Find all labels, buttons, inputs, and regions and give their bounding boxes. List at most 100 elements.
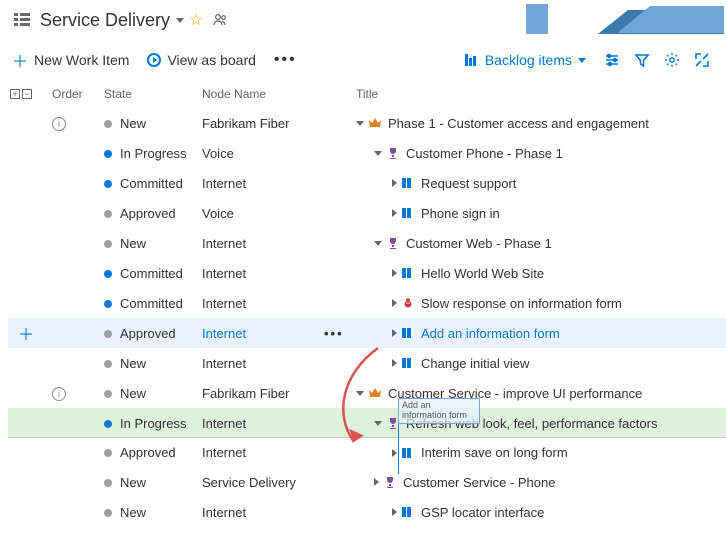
pbi-icon	[401, 505, 415, 519]
table-row[interactable]: In ProgressInternetRefresh web look, fee…	[8, 408, 726, 438]
table-row[interactable]: ApprovedInternetInterim save on long for…	[8, 437, 726, 467]
caret-right-icon[interactable]	[392, 179, 397, 187]
caret-down-icon[interactable]	[374, 151, 382, 156]
table-row[interactable]: CommittedInternetHello World Web Site	[8, 258, 726, 288]
col-title[interactable]: Title	[356, 87, 726, 101]
page-title[interactable]: Service Delivery	[40, 10, 170, 31]
pbi-icon	[401, 446, 415, 460]
page-header: Service Delivery ☆	[0, 0, 726, 40]
crown-icon	[368, 386, 382, 400]
node-text: Fabrikam Fiber	[202, 386, 289, 401]
view-options-icon[interactable]	[600, 48, 624, 72]
title-text[interactable]: Interim save on long form	[421, 445, 568, 460]
expand-all-icon[interactable]: +	[10, 89, 20, 99]
state-dot-icon	[104, 420, 112, 428]
caret-right-icon[interactable]	[392, 299, 397, 307]
bug-icon	[401, 296, 415, 310]
caret-right-icon[interactable]	[392, 508, 397, 516]
toolbar-more-icon[interactable]: •••	[274, 51, 297, 69]
caret-right-icon[interactable]	[392, 269, 397, 277]
table-row[interactable]: ApprovedVoicePhone sign in	[8, 198, 726, 228]
table-row[interactable]: ＋ Approved Internet ••• Add an information f…	[8, 318, 726, 348]
collapse-all-icon[interactable]: −	[22, 89, 32, 99]
col-order[interactable]: Order	[52, 87, 104, 101]
favorite-star-icon[interactable]: ☆	[188, 12, 204, 28]
header-widget-2	[598, 4, 724, 34]
filter-icon[interactable]	[630, 48, 654, 72]
table-row[interactable]: NewService DeliveryCustomer Service - Ph…	[8, 467, 726, 497]
play-circle-icon	[147, 53, 161, 67]
caret-down-icon[interactable]	[356, 391, 364, 396]
state-text: Approved	[120, 206, 176, 221]
settings-gear-icon[interactable]	[660, 48, 684, 72]
caret-right-icon[interactable]	[392, 209, 397, 217]
state-text: Committed	[120, 296, 183, 311]
title-text[interactable]: Change initial view	[421, 356, 529, 371]
team-people-icon[interactable]	[212, 12, 228, 28]
caret-down-icon[interactable]	[374, 421, 382, 426]
state-dot-icon	[104, 360, 112, 368]
info-icon[interactable]: i	[52, 117, 66, 131]
trophy-icon	[383, 475, 397, 489]
table-header: + − Order State Node Name Title	[8, 80, 726, 108]
node-text: Internet	[202, 236, 246, 251]
node-text: Voice	[202, 146, 234, 161]
title-text[interactable]: Customer Phone - Phase 1	[406, 146, 563, 161]
title-text[interactable]: Customer Web - Phase 1	[406, 236, 552, 251]
title-text[interactable]: Add an information form	[421, 326, 560, 341]
col-node[interactable]: Node Name	[202, 87, 356, 101]
caret-right-icon[interactable]	[392, 449, 397, 457]
backlog-items-dropdown[interactable]: Backlog items	[465, 52, 586, 68]
state-text: Approved	[120, 326, 176, 341]
node-text: Internet	[202, 296, 246, 311]
title-text[interactable]: Slow response on information form	[421, 296, 622, 311]
table-row[interactable]: NewInternetChange initial view	[8, 348, 726, 378]
col-state[interactable]: State	[104, 87, 202, 101]
node-text: Internet	[202, 505, 246, 520]
pbi-icon	[401, 176, 415, 190]
state-dot-icon	[104, 479, 112, 487]
crown-icon	[368, 116, 382, 130]
state-text: New	[120, 356, 146, 371]
trophy-icon	[386, 236, 400, 250]
node-text: Internet	[202, 326, 246, 341]
table-row[interactable]: iNewFabrikam FiberCustomer Service - imp…	[8, 378, 726, 408]
node-text: Internet	[202, 266, 246, 281]
title-text[interactable]: Phone sign in	[421, 206, 500, 221]
node-text: Internet	[202, 416, 246, 431]
title-text[interactable]: Request support	[421, 176, 516, 191]
view-as-board-button[interactable]: View as board	[147, 52, 255, 68]
state-dot-icon	[104, 240, 112, 248]
table-row[interactable]: NewInternetGSP locator interface	[8, 497, 726, 527]
title-text[interactable]: GSP locator interface	[421, 505, 544, 520]
caret-right-icon[interactable]	[374, 478, 379, 486]
caret-down-icon[interactable]	[356, 121, 364, 126]
table-row[interactable]: iNewFabrikam FiberPhase 1 - Customer acc…	[8, 108, 726, 138]
backlog-hub-icon	[14, 12, 30, 28]
table-row[interactable]: New Internet Customer Web - Phase 1	[8, 228, 726, 258]
title-text[interactable]: Hello World Web Site	[421, 266, 544, 281]
table-row[interactable]: In Progress Voice Customer Phone - Phase 1	[8, 138, 726, 168]
caret-right-icon[interactable]	[392, 329, 397, 337]
table-row[interactable]: CommittedInternetRequest support	[8, 168, 726, 198]
fullscreen-icon[interactable]	[690, 48, 714, 72]
new-work-item-button[interactable]: ＋ New Work Item	[12, 48, 129, 72]
plus-icon: ＋	[12, 48, 28, 72]
title-chevron-icon[interactable]	[176, 18, 184, 23]
toolbar: ＋ New Work Item View as board ••• Backlo…	[0, 40, 726, 80]
caret-right-icon[interactable]	[392, 359, 397, 367]
drag-ghost-tooltip: Add an information form	[398, 398, 480, 424]
title-text[interactable]: Customer Service - Phone	[403, 475, 555, 490]
state-text: In Progress	[120, 416, 186, 431]
caret-down-icon[interactable]	[374, 241, 382, 246]
state-text: In Progress	[120, 146, 186, 161]
state-dot-icon	[104, 449, 112, 457]
pbi-icon	[401, 206, 415, 220]
pbi-icon	[401, 266, 415, 280]
info-icon[interactable]: i	[52, 387, 66, 401]
state-text: New	[120, 236, 146, 251]
add-child-icon[interactable]: ＋	[18, 321, 34, 345]
title-text[interactable]: Phase 1 - Customer access and engagement	[388, 116, 649, 131]
row-more-icon[interactable]: •••	[324, 326, 344, 341]
table-row[interactable]: Committed Internet Slow response on inform…	[8, 288, 726, 318]
